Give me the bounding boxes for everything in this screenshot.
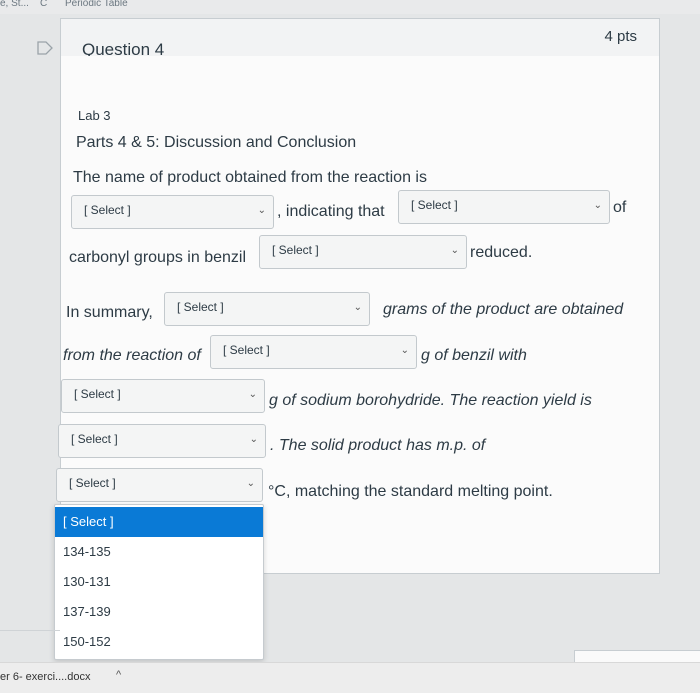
select-value: [ Select ] — [71, 432, 118, 446]
browser-tabs: e, St... C Periodic Table — [0, 0, 700, 14]
dropdown-option[interactable]: 130-131 — [55, 567, 263, 597]
select-value: [ Select ] — [411, 198, 458, 212]
chevron-up-icon[interactable]: ^ — [116, 669, 121, 681]
select-value: [ Select ] — [272, 243, 319, 257]
indicating-select[interactable]: [ Select ] ⌄ — [398, 190, 610, 224]
melting-point-select[interactable]: [ Select ] ⌄ — [56, 468, 263, 502]
grams-product-select[interactable]: [ Select ] ⌄ — [164, 292, 370, 326]
sentence-text: . The solid product has m.p. of — [270, 437, 486, 454]
dropdown-option[interactable]: 150-152 — [55, 627, 263, 657]
sentence-text: , indicating that — [277, 203, 385, 220]
dropdown-option[interactable]: 137-139 — [55, 597, 263, 627]
browser-tab[interactable]: Periodic Table — [65, 0, 128, 9]
select-value: [ Select ] — [223, 343, 270, 357]
dropdown-option[interactable]: 134-135 — [55, 537, 263, 567]
chevron-down-icon: ⌄ — [249, 434, 258, 445]
bookmark-flag-icon[interactable] — [37, 41, 53, 55]
product-name-select[interactable]: [ Select ] ⌄ — [71, 195, 274, 229]
select-value: [ Select ] — [84, 203, 131, 217]
sentence-text: reduced. — [470, 244, 533, 261]
carbonyl-select[interactable]: [ Select ] ⌄ — [259, 235, 467, 269]
chevron-down-icon: ⌄ — [400, 345, 409, 356]
chevron-down-icon: ⌄ — [257, 205, 266, 216]
question-header: Question 4 4 pts — [60, 18, 660, 59]
browser-tab-icon[interactable]: C — [40, 0, 47, 9]
question-points: 4 pts — [604, 28, 637, 45]
yield-select[interactable]: [ Select ] ⌄ — [58, 424, 266, 458]
melting-point-dropdown: [ Select ] 134-135 130-131 137-139 150-1… — [54, 504, 264, 660]
select-value: [ Select ] — [69, 476, 116, 490]
sentence-text: carbonyl groups in benzil — [69, 249, 246, 266]
download-filename[interactable]: er 6- exerci....docx — [0, 671, 90, 683]
sentence-text: The name of product obtained from the re… — [73, 169, 427, 186]
sentence-text: g of sodium borohydride. The reaction yi… — [269, 392, 592, 409]
benzil-grams-select[interactable]: [ Select ] ⌄ — [210, 335, 417, 369]
select-value: [ Select ] — [177, 300, 224, 314]
dropdown-option[interactable]: [ Select ] — [55, 507, 263, 537]
sentence-text: from the reaction of — [63, 347, 201, 364]
divider — [0, 630, 60, 631]
chevron-down-icon: ⌄ — [593, 200, 602, 211]
select-value: [ Select ] — [74, 387, 121, 401]
chevron-down-icon: ⌄ — [246, 478, 255, 489]
section-heading: Parts 4 & 5: Discussion and Conclusion — [76, 134, 357, 151]
chevron-down-icon: ⌄ — [353, 302, 362, 313]
chevron-down-icon: ⌄ — [450, 245, 459, 256]
borohydride-grams-select[interactable]: [ Select ] ⌄ — [61, 379, 265, 413]
sentence-text: grams of the product are obtained — [383, 301, 624, 318]
sentence-text: g of benzil with — [421, 347, 527, 364]
download-bar: er 6- exerci....docx ^ — [0, 662, 700, 693]
sentence-text: °C, matching the standard melting point. — [268, 483, 553, 500]
sentence-text: of — [613, 199, 627, 216]
browser-tab[interactable]: e, St... — [0, 0, 29, 9]
lab-label: Lab 3 — [78, 108, 111, 123]
sentence-text: In summary, — [66, 304, 153, 321]
chevron-down-icon: ⌄ — [248, 389, 257, 400]
